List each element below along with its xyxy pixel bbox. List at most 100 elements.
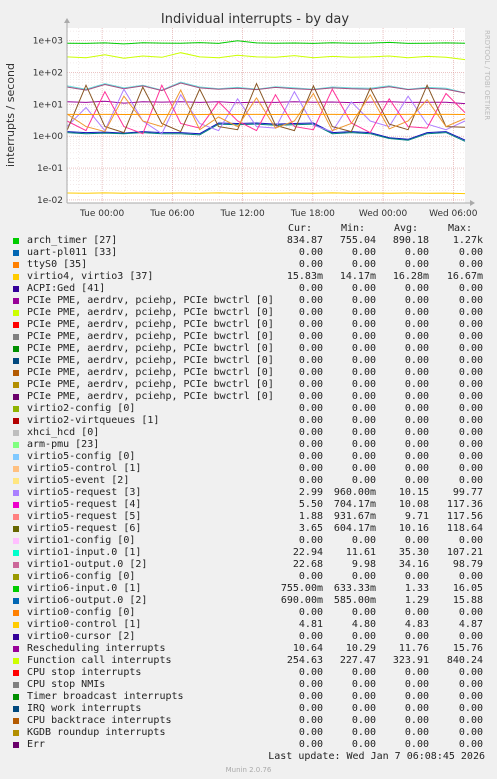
y-axis-label: interrupts / second [4,63,17,167]
legend-avg-value: 0.00 [404,463,429,474]
legend-min-value: 704.17m [333,499,376,510]
legend-row: CPU backtrace interrupts 0.00 0.00 0.00 0.00 [0,715,497,727]
legend-series-name: virtio5-event [2] [27,475,130,486]
legend-avg-value: 0.00 [404,379,429,390]
legend-avg-value: 10.16 [398,523,429,534]
legend-series-name: virtio1-config [0] [27,535,136,546]
legend-swatch [13,514,19,520]
legend-header-min: Min: [341,223,366,234]
legend-avg-value: 1.29 [404,595,429,606]
legend-series-name: CPU stop NMIs [27,679,106,690]
legend-swatch [13,346,19,352]
legend-swatch [13,466,19,472]
legend-min-value: 633.33m [333,583,376,594]
y-tick-label: 1e+02 [33,69,63,79]
legend-series-name: virtio6-output.0 [2] [27,595,148,606]
legend-series-name: IRQ work interrupts [27,703,142,714]
legend-cur-value: 0.00 [298,475,323,486]
legend-swatch [13,322,19,328]
legend-max-value: 0.00 [458,343,483,354]
legend-avg-value: 0.00 [404,727,429,738]
legend-row: arch_timer [27] 834.87 755.04 890.18 1.27k [0,235,497,247]
chart: Individual interrupts - by day interrupt… [4,12,491,219]
legend-min-value: 960.00m [333,487,376,498]
legend-avg-value: 0.00 [404,715,429,726]
legend-max-value: 0.00 [458,571,483,582]
legend-swatch [13,274,19,280]
legend-avg-value: 10.08 [398,499,429,510]
legend-max-value: 0.00 [458,295,483,306]
legend-row: Err 0.00 0.00 0.00 0.00 [0,739,497,751]
legend-swatch [13,262,19,268]
legend-max-value: 0.00 [458,247,483,258]
legend-cur-value: 0.00 [298,439,323,450]
legend-cur-value: 0.00 [298,319,323,330]
legend-max-value: 0.00 [458,307,483,318]
legend-swatch [13,238,19,244]
legend-cur-value: 0.00 [298,391,323,402]
legend-max-value: 117.56 [446,511,483,522]
legend-cur-value: 0.00 [298,679,323,690]
legend-min-value: 585.00m [333,595,376,606]
legend-min-value: 0.00 [351,415,376,426]
legend-row: xhci_hcd [0] 0.00 0.00 0.00 0.00 [0,427,497,439]
legend-row: virtio2-config [0] 0.00 0.00 0.00 0.00 [0,403,497,415]
legend-cur-value: 0.00 [298,247,323,258]
legend-row: virtio5-config [0] 0.00 0.00 0.00 0.00 [0,451,497,463]
legend-cur-value: 0.00 [298,691,323,702]
legend-avg-value: 0.00 [404,691,429,702]
legend-min-value: 0.00 [351,607,376,618]
x-axis-arrow [470,200,475,206]
legend-avg-value: 0.00 [404,631,429,642]
legend-swatch [13,610,19,616]
y-tick-label: 1e-01 [37,164,63,174]
legend-min-value: 10.29 [345,643,376,654]
legend-row: virtio0-cursor [2] 0.00 0.00 0.00 0.00 [0,631,497,643]
legend-min-value: 0.00 [351,703,376,714]
legend-avg-value: 0.00 [404,439,429,450]
legend-swatch [13,502,19,508]
legend-cur-value: 15.83m [286,271,323,282]
legend-min-value: 0.00 [351,319,376,330]
legend-row: Rescheduling interrupts 10.64 10.29 11.76 15… [0,643,497,655]
legend-min-value: 0.00 [351,295,376,306]
legend-avg-value: 0.00 [404,679,429,690]
legend-min-value: 755.04 [339,235,376,246]
legend-series-name: xhci_hcd [0] [27,427,100,438]
legend-avg-value: 0.00 [404,355,429,366]
x-tick-label: Wed 00:00 [359,209,408,219]
legend-swatch [13,370,19,376]
legend-row: virtio1-input.0 [1] 22.94 11.61 35.30 107.21 [0,547,497,559]
legend-series-name: PCIe PME, aerdrv, pciehp, PCIe bwctrl [0… [27,331,274,342]
legend-series-name: PCIe PME, aerdrv, pciehp, PCIe bwctrl [0… [27,307,274,318]
legend-swatch [13,646,19,652]
legend-avg-value: 0.00 [404,343,429,354]
legend-avg-value: 10.15 [398,487,429,498]
legend-min-value: 0.00 [351,571,376,582]
legend-swatch [13,478,19,484]
legend-max-value: 0.00 [458,739,483,750]
legend-min-value: 0.00 [351,691,376,702]
legend-series-name: virtio1-input.0 [1] [27,547,142,558]
legend-cur-value: 0.00 [298,331,323,342]
legend-max-value: 16.67m [446,271,483,282]
legend-max-value: 0.00 [458,355,483,366]
legend-swatch [13,310,19,316]
legend-swatch [13,562,19,568]
legend-row: Timer broadcast interrupts 0.00 0.00 0.00 0.… [0,691,497,703]
legend-series-name: Function call interrupts [27,655,172,666]
legend-cur-value: 755.00m [280,583,323,594]
legend-max-value: 0.00 [458,379,483,390]
legend-max-value: 0.00 [458,667,483,678]
legend-row: virtio5-event [2] 0.00 0.00 0.00 0.00 [0,475,497,487]
legend-swatch [13,694,19,700]
legend-swatch [13,454,19,460]
legend-cur-value: 22.94 [292,547,323,558]
legend-swatch [13,382,19,388]
legend-row: virtio1-config [0] 0.00 0.00 0.00 0.00 [0,535,497,547]
legend-max-value: 118.64 [446,523,483,534]
legend-cur-value: 0.00 [298,607,323,618]
legend-series-name: CPU backtrace interrupts [27,715,172,726]
legend-avg-value: 9.71 [404,511,429,522]
x-tick-label: Wed 06:00 [429,209,478,219]
